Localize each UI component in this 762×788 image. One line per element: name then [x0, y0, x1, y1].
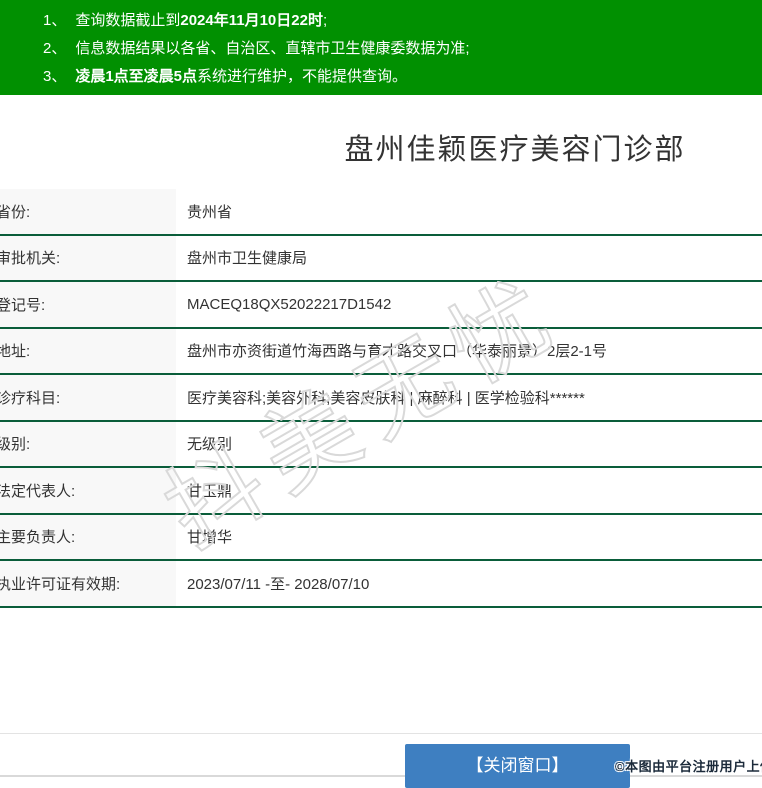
table-row-legal-representative: 法定代表人: 甘玉鼎 [0, 468, 762, 515]
table-row-approval-authority: 审批机关: 盘州市卫生健康局 [0, 235, 762, 282]
notice-text: 信息数据结果以各省、自治区、直辖市卫生健康委数据为准; [75, 40, 470, 57]
row-label: 级别: [0, 421, 176, 466]
row-value: MACEQ18QX52022217D1542 [187, 295, 392, 313]
table-row-license-validity: 执业许可证有效期: 2023/07/11 -至- 2028/07/10 [0, 561, 762, 608]
info-table: 省份: 贵州省 审批机关: 盘州市卫生健康局 登记号: MACEQ18QX520… [0, 189, 762, 608]
row-label: 法定代表人: [0, 468, 176, 513]
notice-line-2: 2、 信息数据结果以各省、自治区、直辖市卫生健康委数据为准; [43, 35, 762, 63]
row-label: 主要负责人: [0, 514, 176, 559]
notice-number: 2、 [43, 40, 67, 57]
row-value: 盘州市卫生健康局 [187, 250, 308, 268]
notice-line-1: 1、 查询数据截止到2024年11月10日22时; [43, 7, 762, 35]
footer-divider [0, 733, 762, 734]
row-label: 地址: [0, 328, 176, 373]
row-value: 甘玉鼎 [187, 482, 233, 500]
row-label: 诊疗科目: [0, 375, 176, 420]
row-value: 医疗美容科;美容外科;美容皮肤科 | 麻醉科 | 医学检验科****** [187, 389, 585, 407]
row-value: 无级别 [187, 436, 233, 454]
row-value: 盘州市亦资街道竹海西路与育才路交叉口（华泰丽景）2层2-1号 [187, 343, 608, 361]
row-label: 执业许可证有效期: [0, 561, 176, 606]
table-row-level: 级别: 无级别 [0, 421, 762, 468]
table-row-province: 省份: 贵州省 [0, 189, 762, 236]
notice-text-bold: 凌晨1点至凌晨5点 [75, 68, 198, 85]
row-label: 审批机关: [0, 235, 176, 280]
table-row-address: 地址: 盘州市亦资街道竹海西路与育才路交叉口（华泰丽景）2层2-1号 [0, 328, 762, 375]
table-row-registration-number: 登记号: MACEQ18QX52022217D1542 [0, 282, 762, 329]
notice-number: 3、 [43, 68, 67, 85]
close-window-button[interactable]: 【关闭窗口】 [405, 744, 630, 788]
notice-number: 1、 [43, 12, 67, 29]
copyright-watermark: ©本图由平台注册用户上传 [615, 759, 762, 774]
notice-text: 查询数据截止到 [75, 12, 181, 29]
row-label: 登记号: [0, 282, 176, 327]
page-title: 盘州佳颖医疗美容门诊部 [344, 134, 686, 166]
row-value: 甘增华 [187, 529, 233, 547]
page-container: 1、 查询数据截止到2024年11月10日22时; 2、 信息数据结果以各省、自治区… [0, 0, 762, 788]
table-row-person-in-charge: 主要负责人: 甘增华 [0, 514, 762, 561]
notice-text: ; [322, 12, 328, 29]
notice-line-3: 3、 凌晨1点至凌晨5点系统进行维护，不能提供查询。 [43, 63, 762, 91]
row-label: 省份: [0, 189, 176, 234]
table-row-medical-subjects: 诊疗科目: 医疗美容科;美容外科;美容皮肤科 | 麻醉科 | 医学检验科****… [0, 375, 762, 422]
notice-text: 系统进行维护，不能提供查询。 [197, 68, 408, 85]
notice-bar: 1、 查询数据截止到2024年11月10日22时; 2、 信息数据结果以各省、自治区… [0, 0, 762, 95]
notice-text-bold: 2024年11月10日22时 [180, 12, 323, 29]
row-value: 2023/07/11 -至- 2028/07/10 [187, 575, 370, 593]
row-value: 贵州省 [187, 203, 233, 221]
